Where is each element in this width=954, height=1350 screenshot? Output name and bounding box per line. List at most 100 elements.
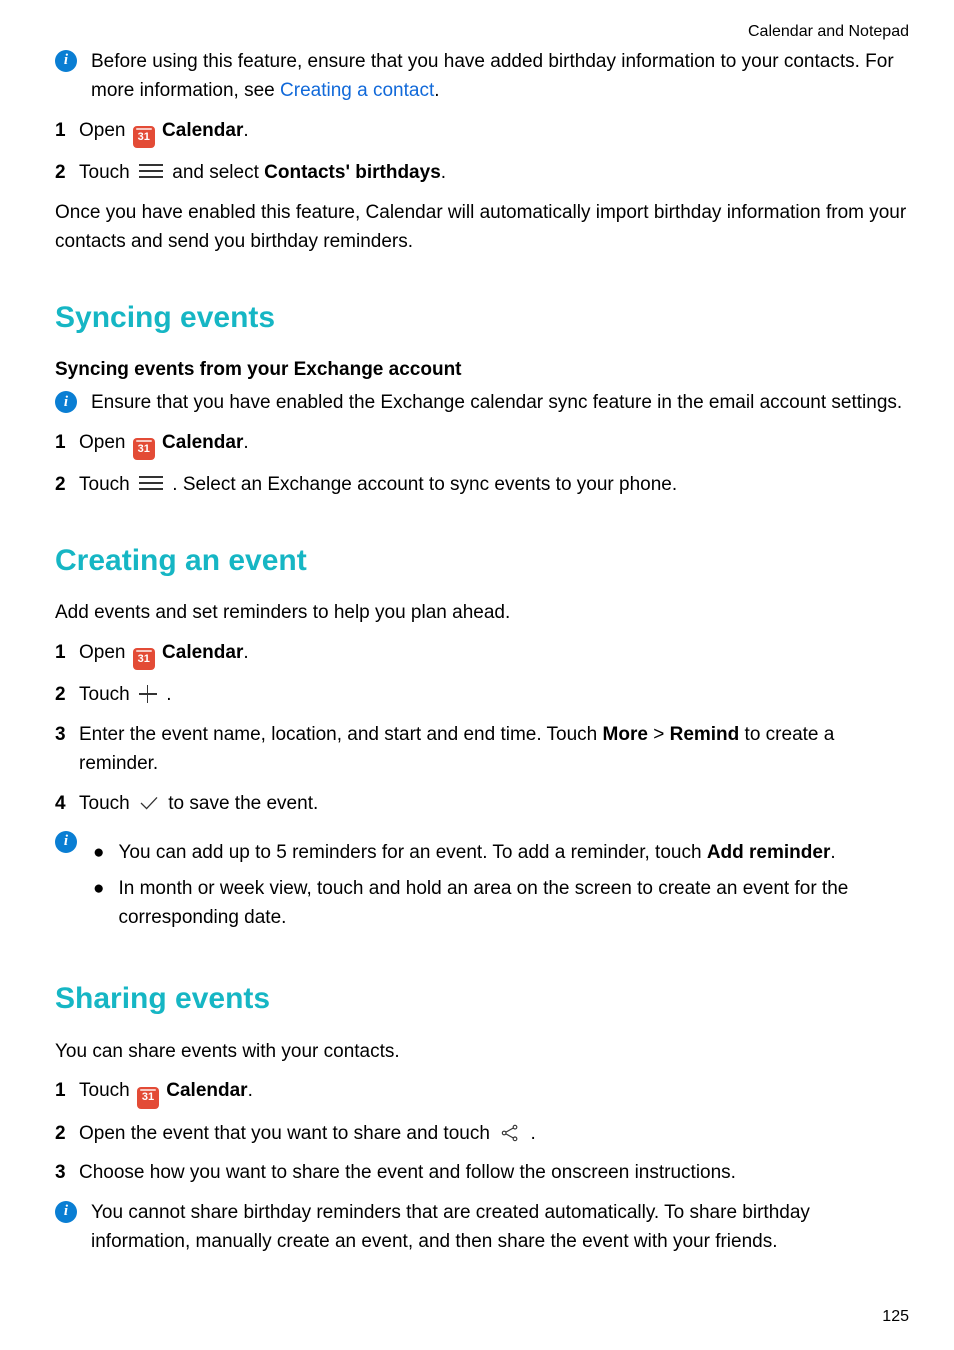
step-number: 2 [55, 680, 79, 709]
creating-note: i ● You can add up to 5 reminders for an… [55, 828, 909, 938]
creating-step-4: 4 Touch to save the event. [55, 789, 909, 818]
step-number: 3 [55, 720, 79, 749]
step-number: 1 [55, 116, 79, 145]
info-icon: i [55, 831, 77, 853]
text: . [243, 432, 248, 453]
step-number: 3 [55, 1158, 79, 1187]
text: . [441, 162, 446, 183]
step-body: Open the event that you want to share an… [79, 1119, 909, 1148]
bullet-item: ● In month or week view, touch and hold … [91, 874, 909, 933]
calendar-icon: 31 [133, 438, 155, 460]
calendar-label: Calendar [157, 432, 244, 453]
more-label: More [603, 724, 648, 745]
creating-step-1: 1 Open 31 Calendar. [55, 638, 909, 671]
step-body: Open 31 Calendar. [79, 428, 909, 461]
sharing-step-2: 2 Open the event that you want to share … [55, 1119, 909, 1148]
subhead-syncing-exchange: Syncing events from your Exchange accoun… [55, 355, 909, 384]
page-number: 125 [882, 1305, 909, 1330]
remind-label: Remind [670, 724, 740, 745]
link-creating-contact[interactable]: Creating a contact [280, 80, 434, 101]
contacts-birthdays-label: Contacts' birthdays [264, 162, 441, 183]
check-icon [139, 791, 159, 807]
heading-creating-event: Creating an event [55, 538, 909, 585]
text: . Select an Exchange account to sync eve… [167, 474, 677, 495]
sharing-step-1: 1 Touch 31 Calendar. [55, 1076, 909, 1109]
step-number: 1 [55, 1076, 79, 1105]
creating-intro: Add events and set reminders to help you… [55, 598, 909, 627]
text: You can add up to 5 reminders for an eve… [118, 842, 706, 863]
text: Touch [79, 162, 135, 183]
calendar-icon: 31 [137, 1087, 159, 1109]
step-number: 2 [55, 158, 79, 187]
text: Touch [79, 1080, 135, 1101]
step-body: Choose how you want to share the event a… [79, 1158, 909, 1187]
calendar-icon: 31 [133, 126, 155, 148]
step-number: 4 [55, 789, 79, 818]
text: Open the event that you want to share an… [79, 1123, 495, 1144]
info-icon: i [55, 50, 77, 72]
syncing-note-body: Ensure that you have enabled the Exchang… [85, 388, 909, 417]
calendar-label: Calendar [157, 642, 244, 663]
calendar-label: Calendar [157, 120, 244, 141]
step-body: Open 31 Calendar. [79, 116, 909, 149]
intro-note-body: Before using this feature, ensure that y… [85, 47, 909, 106]
step-body: Touch . [79, 680, 909, 709]
bullet-item: ● You can add up to 5 reminders for an e… [91, 838, 909, 867]
step-body: Enter the event name, location, and star… [79, 720, 909, 779]
step-body: Touch 31 Calendar. [79, 1076, 909, 1109]
step-number: 1 [55, 428, 79, 457]
bullet-dot-icon: ● [91, 838, 110, 867]
intro-paragraph: Once you have enabled this feature, Cale… [55, 198, 909, 257]
text: to save the event. [163, 793, 318, 814]
text: Enter the event name, location, and star… [79, 724, 603, 745]
step-body: Touch . Select an Exchange account to sy… [79, 470, 909, 499]
sharing-step-3: 3 Choose how you want to share the event… [55, 1158, 909, 1187]
text: Touch [79, 474, 135, 495]
text: Open [79, 120, 131, 141]
sharing-note: i You cannot share birthday reminders th… [55, 1198, 909, 1257]
intro-note: i Before using this feature, ensure that… [55, 47, 909, 106]
header-breadcrumb: Calendar and Notepad [55, 20, 909, 45]
calendar-label: Calendar [161, 1080, 248, 1101]
intro-note-text-1: Before using this feature, ensure that y… [91, 51, 894, 101]
text: . [525, 1123, 536, 1144]
step-body: Touch and select Contacts' birthdays. [79, 158, 909, 187]
bullet-body: In month or week view, touch and hold an… [118, 874, 909, 933]
text: . [161, 684, 172, 705]
bullet-body: You can add up to 5 reminders for an eve… [118, 838, 909, 867]
plus-icon [139, 685, 157, 703]
text: and select [167, 162, 264, 183]
heading-sharing-events: Sharing events [55, 976, 909, 1023]
step-body: Touch to save the event. [79, 789, 909, 818]
sharing-intro: You can share events with your contacts. [55, 1037, 909, 1066]
bullet-dot-icon: ● [91, 874, 110, 903]
text: . [243, 120, 248, 141]
text: Open [79, 432, 131, 453]
step-number: 1 [55, 638, 79, 667]
text: . [243, 642, 248, 663]
syncing-step-2: 2 Touch . Select an Exchange account to … [55, 470, 909, 499]
step-number: 2 [55, 1119, 79, 1148]
intro-step-1: 1 Open 31 Calendar. [55, 116, 909, 149]
add-reminder-label: Add reminder [707, 842, 831, 863]
calendar-icon: 31 [133, 648, 155, 670]
creating-note-body: ● You can add up to 5 reminders for an e… [85, 832, 909, 938]
text: Open [79, 642, 131, 663]
text: > [648, 724, 670, 745]
sharing-note-body: You cannot share birthday reminders that… [85, 1198, 909, 1257]
text: Touch [79, 684, 135, 705]
intro-note-text-2: . [434, 80, 439, 101]
step-body: Open 31 Calendar. [79, 638, 909, 671]
menu-icon [139, 162, 163, 180]
text: Touch [79, 793, 135, 814]
text: . [248, 1080, 253, 1101]
creating-step-2: 2 Touch . [55, 680, 909, 709]
creating-step-3: 3 Enter the event name, location, and st… [55, 720, 909, 779]
page: Calendar and Notepad i Before using this… [0, 0, 954, 1350]
info-icon: i [55, 1201, 77, 1223]
menu-icon [139, 474, 163, 492]
syncing-step-1: 1 Open 31 Calendar. [55, 428, 909, 461]
syncing-note: i Ensure that you have enabled the Excha… [55, 388, 909, 417]
step-number: 2 [55, 470, 79, 499]
heading-syncing-events: Syncing events [55, 295, 909, 342]
